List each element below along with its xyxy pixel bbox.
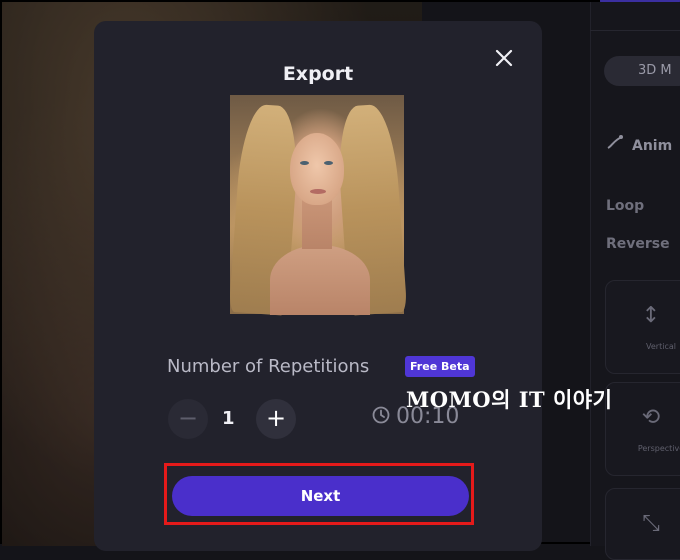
modal-title: Export — [282, 63, 354, 85]
animation-label: Anim — [632, 138, 673, 154]
vertical-card-label: Vertical — [646, 342, 676, 351]
mode-tab-3d[interactable]: 3D M — [604, 56, 680, 86]
perspective-card[interactable]: ⟲ Perspective — [605, 382, 680, 476]
divider — [590, 30, 680, 31]
export-modal: Export Number of Repetitions Free Beta −… — [94, 21, 542, 551]
next-highlight-box: Next — [164, 463, 474, 525]
shrink-card[interactable]: ⤡ — [605, 488, 680, 560]
decrement-button[interactable]: − — [168, 399, 208, 439]
close-button[interactable] — [493, 47, 515, 69]
animation-curve-icon — [606, 134, 624, 154]
minus-icon: − — [177, 404, 199, 432]
vertical-arrows-icon: ↕ — [641, 303, 661, 328]
loop-label: Loop — [606, 198, 645, 214]
perspective-card-label: Perspective — [637, 444, 680, 453]
next-button[interactable]: Next — [172, 476, 469, 516]
vertical-card[interactable]: ↕ Vertical — [605, 280, 680, 374]
clock-icon — [372, 405, 390, 430]
plus-icon: + — [265, 404, 287, 432]
preview-image — [228, 95, 408, 316]
free-beta-badge: Free Beta — [405, 356, 475, 377]
watermark-text: MOMO의 IT 이야기 — [406, 387, 613, 412]
increment-button[interactable]: + — [256, 399, 296, 439]
animation-section-header[interactable]: Anim — [606, 134, 672, 154]
shrink-icon: ⤡ — [642, 511, 660, 536]
repetitions-label: Number of Repetitions — [167, 356, 370, 377]
perspective-icon: ⟲ — [641, 405, 661, 430]
repetitions-value: 1 — [222, 408, 235, 429]
reverse-label: Reverse — [606, 236, 670, 252]
close-icon — [495, 49, 513, 67]
